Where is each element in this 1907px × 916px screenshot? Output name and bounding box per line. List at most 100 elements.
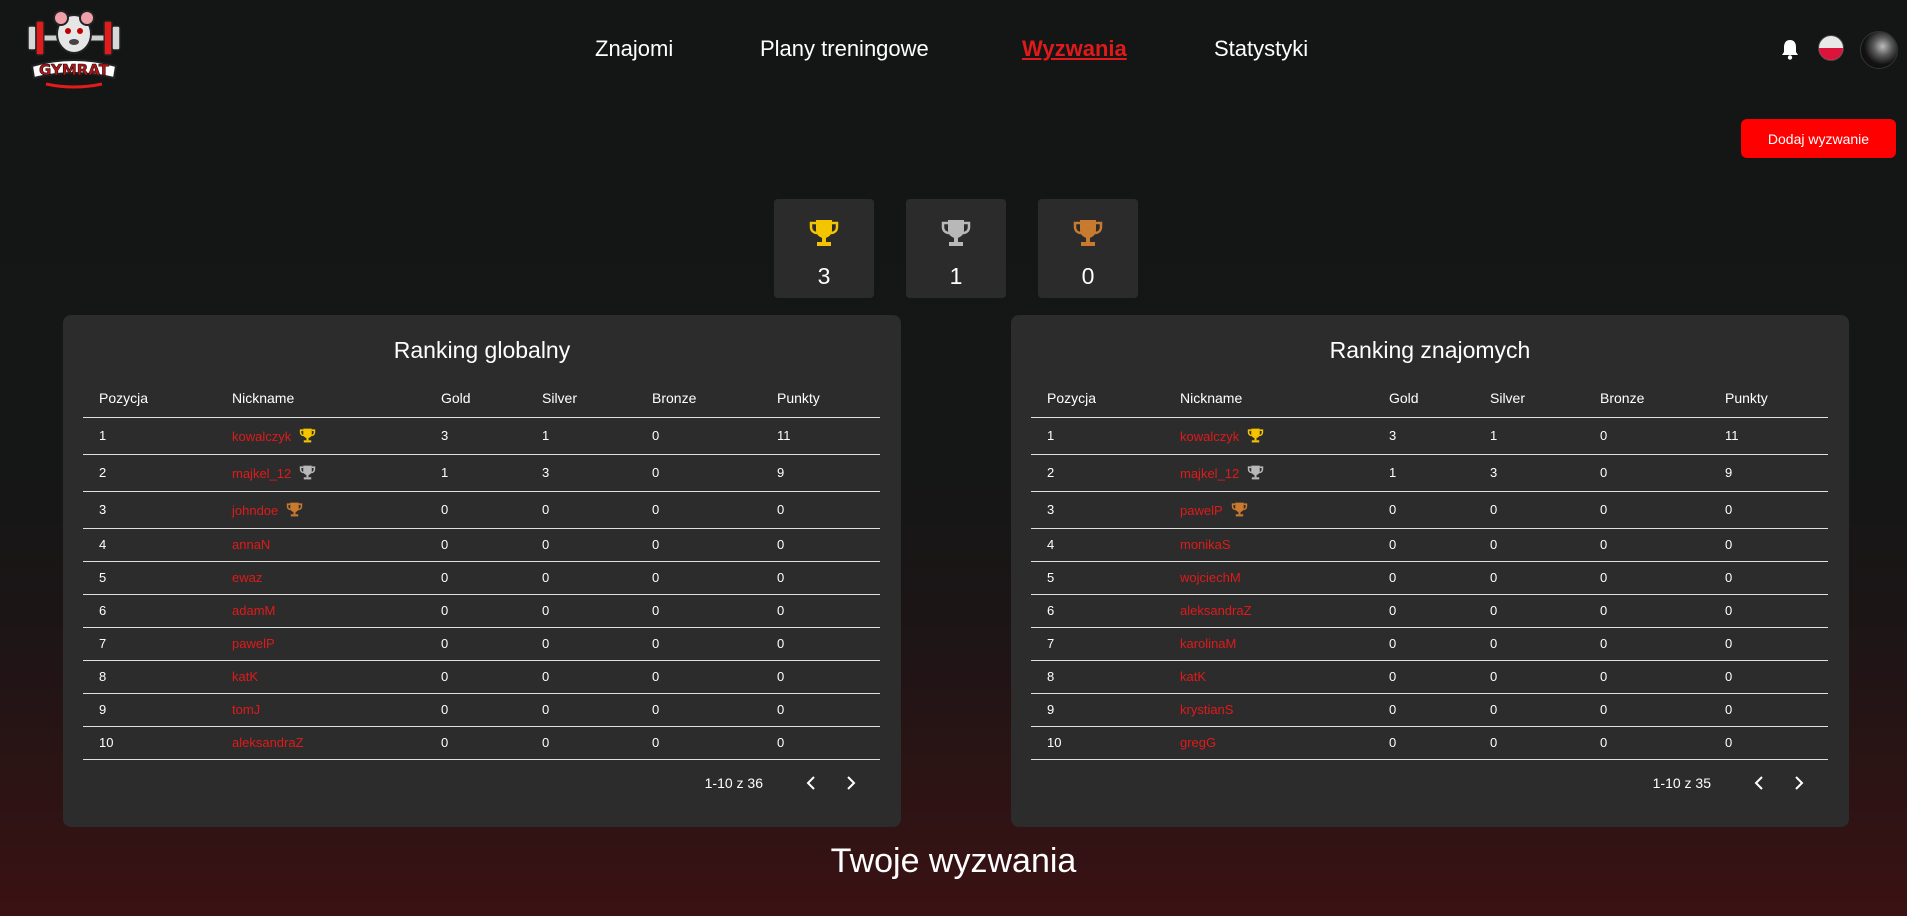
cell-bronze: 0 <box>1584 726 1709 760</box>
cell-silver: 0 <box>1474 660 1584 694</box>
table-row: 2 majkel_12 1 3 0 9 <box>1031 454 1828 492</box>
nickname-text[interactable]: pawelP <box>1180 503 1223 518</box>
nickname-link[interactable]: johndoe <box>216 491 425 529</box>
nickname-link[interactable]: pawelP <box>1164 491 1373 529</box>
cell-points: 0 <box>1709 491 1828 529</box>
nickname-link[interactable]: kowalczyk <box>216 417 425 455</box>
global-pagination: 1-10 z 36 <box>705 768 871 798</box>
nickname-link[interactable]: majkel_12 <box>1164 454 1373 492</box>
avatar[interactable] <box>1860 31 1898 69</box>
nickname-text[interactable]: karolinaM <box>1180 636 1236 651</box>
nickname-text[interactable]: krystianS <box>1180 702 1233 717</box>
gold-trophy-icon <box>1247 427 1264 444</box>
nickname-link[interactable]: aleksandraZ <box>216 726 425 760</box>
cell-silver: 0 <box>1474 726 1584 760</box>
col-header[interactable]: Gold <box>1373 379 1474 418</box>
table-row: 6 adamM 0 0 0 0 <box>83 594 880 628</box>
col-header[interactable]: Silver <box>1474 379 1584 418</box>
nickname-text[interactable]: katK <box>232 669 258 684</box>
cell-points: 0 <box>1709 660 1828 694</box>
nickname-text[interactable]: pawelP <box>232 636 275 651</box>
nickname-link[interactable]: katK <box>216 660 425 694</box>
nickname-link[interactable]: gregG <box>1164 726 1373 760</box>
cell-pos: 1 <box>83 417 216 455</box>
chevron-right-icon[interactable] <box>1779 768 1819 798</box>
cell-gold: 1 <box>1373 454 1474 492</box>
cell-gold: 0 <box>425 660 526 694</box>
nickname-text[interactable]: majkel_12 <box>1180 466 1239 481</box>
silver-trophy-icon <box>299 464 316 481</box>
col-header[interactable]: Pozycja <box>1031 379 1164 418</box>
cell-pos: 8 <box>1031 660 1164 694</box>
cell-bronze: 0 <box>636 528 761 562</box>
cell-points: 0 <box>761 561 880 595</box>
nickname-link[interactable]: wojciechM <box>1164 561 1373 595</box>
cell-silver: 0 <box>1474 693 1584 727</box>
nickname-text[interactable]: katK <box>1180 669 1206 684</box>
nickname-link[interactable]: annaN <box>216 528 425 562</box>
nickname-link[interactable]: aleksandraZ <box>1164 594 1373 628</box>
chevron-left-icon[interactable] <box>791 768 831 798</box>
nickname-text[interactable]: wojciechM <box>1180 570 1241 585</box>
nickname-link[interactable]: tomJ <box>216 693 425 727</box>
nickname-link[interactable]: adamM <box>216 594 425 628</box>
nickname-text[interactable]: aleksandraZ <box>1180 603 1252 618</box>
nickname-text[interactable]: tomJ <box>232 702 260 717</box>
chevron-right-icon[interactable] <box>831 768 871 798</box>
nickname-text[interactable]: kowalczyk <box>1180 429 1239 444</box>
nav-friends[interactable]: Znajomi <box>595 36 673 62</box>
col-header[interactable]: Nickname <box>1164 379 1373 418</box>
nickname-link[interactable]: pawelP <box>216 627 425 661</box>
nickname-text[interactable]: gregG <box>1180 735 1216 750</box>
nickname-text[interactable]: kowalczyk <box>232 429 291 444</box>
cell-points: 0 <box>761 660 880 694</box>
nickname-text[interactable]: monikaS <box>1180 537 1231 552</box>
table-row: 4 annaN 0 0 0 0 <box>83 528 880 562</box>
nav-challenges[interactable]: Wyzwania <box>1022 36 1127 62</box>
nickname-text[interactable]: adamM <box>232 603 275 618</box>
nickname-text[interactable]: majkel_12 <box>232 466 291 481</box>
nickname-link[interactable]: karolinaM <box>1164 627 1373 661</box>
table-row: 4 monikaS 0 0 0 0 <box>1031 528 1828 562</box>
chevron-left-icon[interactable] <box>1739 768 1779 798</box>
col-header[interactable]: Gold <box>425 379 526 418</box>
nickname-text[interactable]: ewaz <box>232 570 262 585</box>
cell-points: 0 <box>1709 528 1828 562</box>
cell-pos: 1 <box>1031 417 1164 455</box>
col-header[interactable]: Bronze <box>636 379 761 418</box>
polish-flag-icon[interactable] <box>1818 35 1844 61</box>
col-header[interactable]: Punkty <box>1709 379 1828 418</box>
cell-points: 0 <box>1709 726 1828 760</box>
cell-pos: 4 <box>1031 528 1164 562</box>
cell-silver: 3 <box>526 454 636 492</box>
nav-training-plans[interactable]: Plany treningowe <box>760 36 929 62</box>
cell-gold: 0 <box>425 594 526 628</box>
cell-silver: 0 <box>526 594 636 628</box>
nickname-link[interactable]: katK <box>1164 660 1373 694</box>
cell-pos: 2 <box>1031 454 1164 492</box>
nickname-link[interactable]: monikaS <box>1164 528 1373 562</box>
cell-points: 9 <box>1709 454 1828 492</box>
col-header[interactable]: Punkty <box>761 379 880 418</box>
cell-gold: 0 <box>425 627 526 661</box>
nav-statistics[interactable]: Statystyki <box>1214 36 1308 62</box>
nickname-link[interactable]: ewaz <box>216 561 425 595</box>
nickname-text[interactable]: johndoe <box>232 503 278 518</box>
bronze-trophy-icon <box>1231 501 1248 518</box>
col-header[interactable]: Pozycja <box>83 379 216 418</box>
cell-gold: 0 <box>1373 528 1474 562</box>
col-header[interactable]: Nickname <box>216 379 425 418</box>
nickname-link[interactable]: majkel_12 <box>216 454 425 492</box>
nickname-link[interactable]: krystianS <box>1164 693 1373 727</box>
cell-pos: 6 <box>83 594 216 628</box>
add-challenge-button[interactable]: Dodaj wyzwanie <box>1741 119 1896 158</box>
bell-icon[interactable] <box>1780 38 1800 60</box>
nickname-link[interactable]: kowalczyk <box>1164 417 1373 455</box>
nickname-text[interactable]: annaN <box>232 537 270 552</box>
col-header[interactable]: Bronze <box>1584 379 1709 418</box>
cell-pos: 7 <box>1031 627 1164 661</box>
cell-points: 9 <box>761 454 880 492</box>
nickname-text[interactable]: aleksandraZ <box>232 735 304 750</box>
cell-bronze: 0 <box>1584 660 1709 694</box>
col-header[interactable]: Silver <box>526 379 636 418</box>
